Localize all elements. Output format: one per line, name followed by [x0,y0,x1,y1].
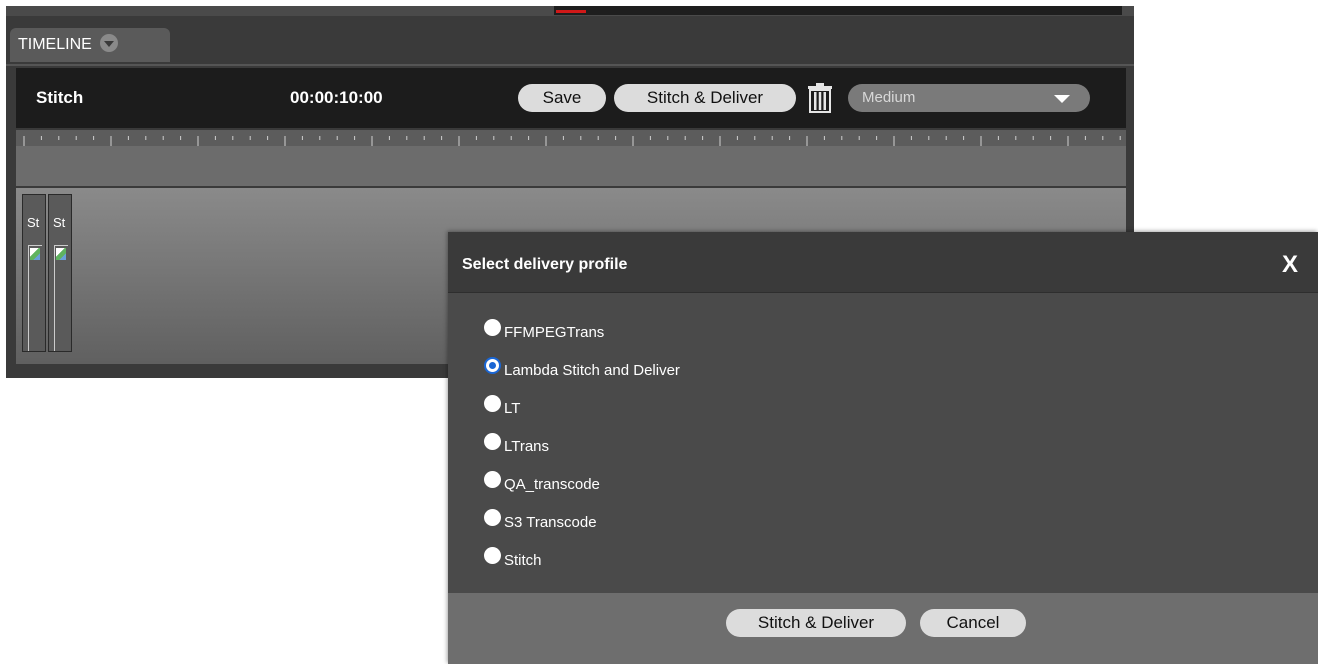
stitch-deliver-button[interactable]: Stitch & Deliver [614,84,796,112]
cancel-button[interactable]: Cancel [920,609,1026,637]
radio-button[interactable] [484,319,501,336]
timeline-clip[interactable]: St [22,194,46,352]
radio-button[interactable] [484,547,501,564]
player-strip [554,6,1122,15]
radio-button[interactable] [484,509,501,526]
clip-label: St [27,215,40,230]
quality-select[interactable]: Medium [848,84,1090,112]
playhead-marker [556,10,586,13]
profile-option-label: S3 Transcode [504,514,597,531]
caret-down-icon [1054,95,1070,103]
dialog-title: Select delivery profile [462,256,628,273]
profile-option-label: LTrans [504,438,550,455]
top-strip [6,6,1134,16]
profile-option-label: Lambda Stitch and Deliver [504,362,680,379]
stitch-deliver-submit-button[interactable]: Stitch & Deliver [726,609,906,637]
profile-option-label: Stitch [504,552,542,569]
timeline-title: Stitch [36,88,84,107]
delivery-profile-dialog: Select delivery profile X FFMPEGTrans La… [448,232,1318,664]
timeline-duration: 00:00:10:00 [290,88,383,107]
timeline-header: Stitch 00:00:10:00 Save Stitch & Deliver… [16,68,1126,128]
dialog-header: Select delivery profile X [448,232,1318,293]
tab-timeline-label: TIMELINE [18,36,92,53]
dialog-footer: Stitch & Deliver Cancel [448,593,1318,664]
quality-select-value: Medium [862,89,916,106]
close-button[interactable]: X [1276,250,1304,280]
tab-timeline[interactable]: TIMELINE [10,28,170,62]
chevron-down-icon[interactable] [100,33,119,52]
broken-image-icon [30,248,40,260]
clip-thumbnail [28,245,42,351]
dialog-body: FFMPEGTrans Lambda Stitch and Deliver LT… [448,293,1318,593]
radio-button[interactable] [484,357,501,374]
clip-thumbnail [54,245,68,351]
clip-label: St [53,215,66,230]
timeline-clip[interactable]: St [48,194,72,352]
radio-button[interactable] [484,471,501,488]
timeline-ruler[interactable] [16,130,1126,186]
profile-option-label: LT [504,400,521,417]
trash-icon[interactable] [806,82,834,114]
timeline-tab-bar: TIMELINE [6,16,1134,66]
radio-button[interactable] [484,433,501,450]
broken-image-icon [56,248,66,260]
profile-option-label: QA_transcode [504,476,600,493]
save-button[interactable]: Save [518,84,606,112]
profile-option-label: FFMPEGTrans [504,324,605,341]
radio-button[interactable] [484,395,501,412]
